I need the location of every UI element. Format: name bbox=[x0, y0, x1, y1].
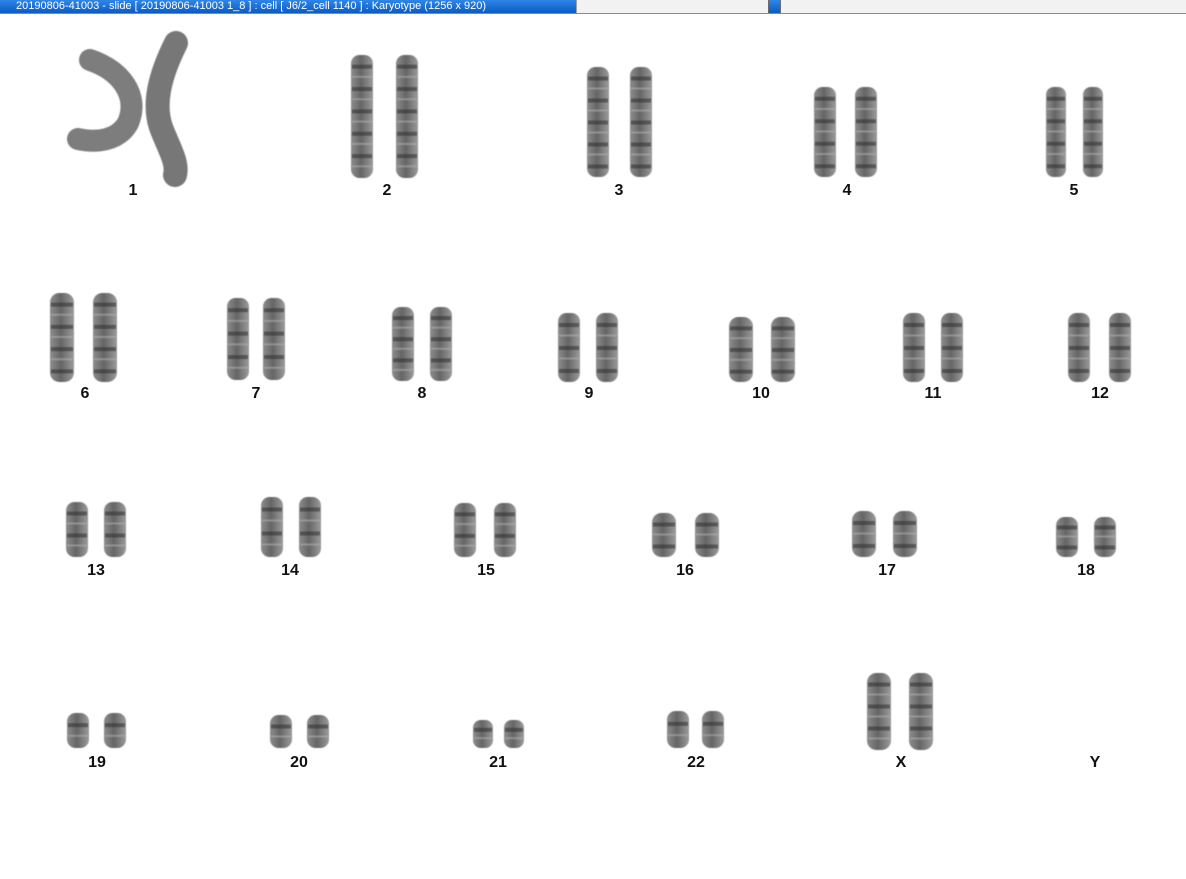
chromosome-label-7: 7 bbox=[251, 385, 261, 402]
chromosome-label-18: 18 bbox=[1077, 562, 1095, 579]
chromosome-10-a[interactable] bbox=[729, 317, 753, 382]
chromosome-20-a[interactable] bbox=[270, 715, 292, 748]
chromosome-label-8: 8 bbox=[417, 385, 427, 402]
chromosome-10-b[interactable] bbox=[771, 317, 795, 382]
chromosome-8-a[interactable] bbox=[392, 307, 414, 381]
chromosome-label-17: 17 bbox=[878, 562, 896, 579]
chromosome-image-layer bbox=[50, 31, 1131, 750]
chromosome-9-b[interactable] bbox=[596, 313, 618, 382]
chromosome-14-b[interactable] bbox=[299, 497, 321, 557]
chromosome-label-15: 15 bbox=[477, 562, 495, 579]
chromosome-3-a[interactable] bbox=[587, 67, 609, 177]
chromosome-5-a[interactable] bbox=[1046, 87, 1066, 177]
chromosome-label-5: 5 bbox=[1069, 182, 1079, 199]
chromosome-label-11: 11 bbox=[924, 385, 942, 402]
chromosome-7-a[interactable] bbox=[227, 298, 249, 380]
chromosome-label-3: 3 bbox=[614, 182, 624, 199]
chromosome-11-a[interactable] bbox=[903, 313, 925, 382]
chromosome-22-b[interactable] bbox=[702, 711, 724, 748]
title-separator bbox=[576, 0, 577, 13]
karyogram-panel: 1 2 3 4 5 6 7 8 9 10 11 12 13 14 15 16 1… bbox=[0, 15, 1186, 879]
chromosome-21-a[interactable] bbox=[473, 720, 493, 748]
chromosome-label-16: 16 bbox=[676, 562, 694, 579]
chromosome-label-20: 20 bbox=[290, 754, 308, 771]
chromosome-label-1: 1 bbox=[128, 182, 138, 199]
chromosome-label-10: 10 bbox=[752, 385, 770, 402]
chromosome-16-a[interactable] bbox=[652, 513, 676, 557]
chromosome-19-b[interactable] bbox=[104, 713, 126, 748]
chromosome-5-b[interactable] bbox=[1083, 87, 1103, 177]
chromosome-8-b[interactable] bbox=[430, 307, 452, 381]
chromosome-22-a[interactable] bbox=[667, 711, 689, 748]
chromosome-16-b[interactable] bbox=[695, 513, 719, 557]
chromosome-label-6: 6 bbox=[80, 385, 90, 402]
chromosome-21-b[interactable] bbox=[504, 720, 524, 748]
chromosome-18-a[interactable] bbox=[1056, 517, 1078, 557]
chromosome-15-b[interactable] bbox=[494, 503, 516, 557]
chromosome-7-b[interactable] bbox=[263, 298, 285, 380]
chromosome-11-b[interactable] bbox=[941, 313, 963, 382]
chromosome-9-a[interactable] bbox=[558, 313, 580, 382]
chromosome-2-b[interactable] bbox=[396, 55, 418, 178]
chromosome-4-b[interactable] bbox=[855, 87, 877, 177]
chromosome-12-a[interactable] bbox=[1068, 313, 1090, 382]
chromosome-X-b[interactable] bbox=[909, 673, 933, 750]
window-title-tab[interactable]: 20190806-41003 - slide [ 20190806-41003 … bbox=[0, 0, 576, 13]
chromosome-label-19: 19 bbox=[88, 754, 106, 771]
scroll-thumb[interactable] bbox=[768, 0, 781, 13]
chromosome-label-9: 9 bbox=[584, 385, 594, 402]
chromosome-20-b[interactable] bbox=[307, 715, 329, 748]
chromosome-2-a[interactable] bbox=[351, 55, 373, 178]
chromosome-label-Y: Y bbox=[1089, 754, 1101, 771]
chromosome-label-22: 22 bbox=[687, 754, 705, 771]
chromosome-4-a[interactable] bbox=[814, 87, 836, 177]
chromosome-label-12: 12 bbox=[1091, 385, 1109, 402]
chromosome-X-a[interactable] bbox=[867, 673, 891, 750]
chromosome-label-X: X bbox=[895, 754, 907, 771]
chromosome-1-pair[interactable] bbox=[67, 31, 188, 187]
window-title-text: 20190806-41003 - slide [ 20190806-41003 … bbox=[16, 0, 487, 12]
chromosome-label-4: 4 bbox=[842, 182, 852, 199]
chromosome-label-13: 13 bbox=[87, 562, 105, 579]
chromosome-3-b[interactable] bbox=[630, 67, 652, 177]
window-title-bar[interactable]: 20190806-41003 - slide [ 20190806-41003 … bbox=[0, 0, 1186, 14]
chromosome-label-14: 14 bbox=[281, 562, 299, 579]
chromosome-6-a[interactable] bbox=[50, 293, 74, 382]
chromosome-15-a[interactable] bbox=[454, 503, 476, 557]
chromosome-6-b[interactable] bbox=[93, 293, 117, 382]
chromosome-18-b[interactable] bbox=[1094, 517, 1116, 557]
chromosome-19-a[interactable] bbox=[67, 713, 89, 748]
chromosome-label-21: 21 bbox=[489, 754, 507, 771]
chromosome-14-a[interactable] bbox=[261, 497, 283, 557]
chromosome-label-2: 2 bbox=[382, 182, 392, 199]
chromosome-17-a[interactable] bbox=[852, 511, 876, 557]
chromosome-13-b[interactable] bbox=[104, 502, 126, 557]
chromosome-12-b[interactable] bbox=[1109, 313, 1131, 382]
chromosome-13-a[interactable] bbox=[66, 502, 88, 557]
chromosome-17-b[interactable] bbox=[893, 511, 917, 557]
